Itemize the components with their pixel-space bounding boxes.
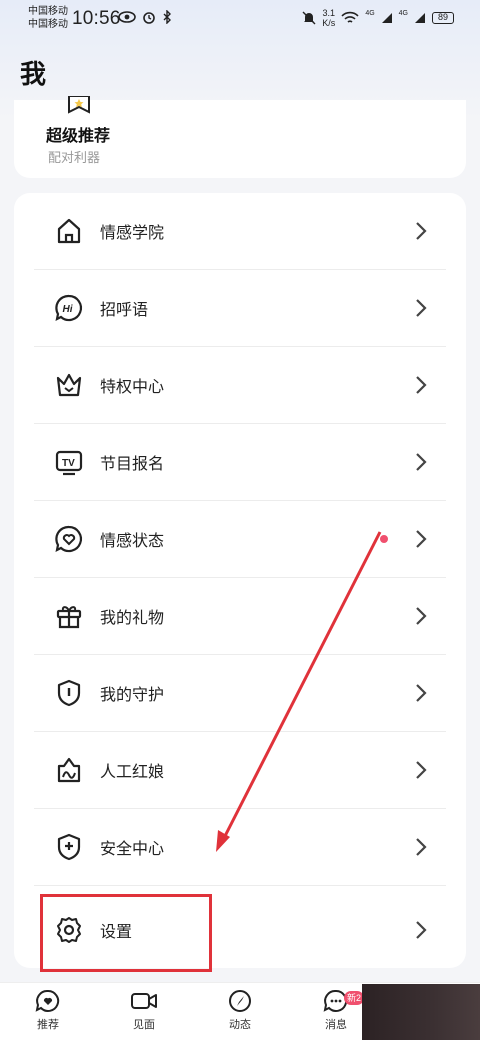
svg-text:Hi: Hi [63,304,73,315]
menu-label: 人工红娘 [100,764,165,781]
mute-bell-icon [302,11,316,25]
message-badge: 新2 [344,991,365,1005]
gear-icon [57,916,81,943]
carrier-2: 中国移动 [28,19,68,30]
menu-label: 我的礼物 [100,610,165,627]
tab-label: 见面 [133,1019,155,1031]
chevron-right-icon [416,920,427,939]
menu-item-security-center[interactable]: 安全中心 [34,809,446,886]
menu-item-show-signup[interactable]: TV 节目报名 [34,424,446,501]
status-time: 10:56 [72,8,121,29]
carrier-1: 中国移动 [28,6,68,17]
chevron-right-icon [416,607,427,625]
status-bar: 中国移动 中国移动 10:56 3.1 K/s 4G 4G 89 [0,0,480,40]
battery-indicator: 89 [432,12,454,24]
star-bookmark-icon [68,96,90,114]
menu-label: 安全中心 [100,841,165,858]
status-icons-left [118,10,172,24]
chevron-right-icon [416,530,427,548]
tab-moments[interactable]: 动态 [192,989,288,1032]
signal-type-2: 4G [398,9,408,17]
menu-item-privilege-center[interactable]: 特权中心 [34,347,446,424]
super-recommend-title: 超级推荐 [46,128,111,145]
tab-recommend[interactable]: 推荐 [0,989,96,1032]
menu-item-greetings[interactable]: Hi 招呼语 [34,270,446,347]
tv-icon: TV [55,450,83,476]
menu-item-my-guard[interactable]: 我的守护 [34,655,446,732]
matchmaker-icon [57,757,81,783]
menu-label: 招呼语 [100,302,149,319]
menu-label: 特权中心 [100,379,165,396]
menu-list: 情感学院 Hi 招呼语 特权中心 TV 节目报名 情感状态 我的礼物 我的守护 … [14,193,466,968]
net-speed-value: 3.1 [322,8,336,18]
chevron-right-icon [416,761,427,779]
tab-label: 推荐 [37,1019,59,1031]
eye-icon [118,11,136,23]
hi-bubble-icon: Hi [55,294,83,322]
notification-dot [380,535,388,543]
chevron-right-icon [416,453,427,471]
guard-shield-icon [57,679,81,707]
menu-label: 情感学院 [100,225,165,242]
super-recommend-subtitle: 配对利器 [48,150,101,165]
page-title: 我 [20,59,47,89]
bluetooth-icon [163,10,171,24]
menu-item-emotion-status[interactable]: 情感状态 [34,501,446,578]
chevron-right-icon [416,376,427,394]
super-recommend-card[interactable]: 超级推荐 配对利器 [14,96,466,178]
status-icons-right: 3.1 K/s 4G 4G 89 [302,8,454,28]
menu-label: 节目报名 [100,456,165,473]
chevron-right-icon [416,299,427,317]
heart-bubble-icon [55,525,83,553]
signal-icon-1 [381,13,392,23]
signal-icon-2 [415,13,425,23]
chevron-right-icon [416,838,427,856]
menu-item-my-gifts[interactable]: 我的礼物 [34,578,446,655]
signal-type-1: 4G [365,9,375,17]
alarm-icon [143,12,155,24]
video-camera-icon [131,993,157,1009]
net-speed-unit: K/s [322,18,336,28]
menu-item-matchmaker[interactable]: 人工红娘 [34,732,446,809]
crown-icon [56,373,82,397]
wifi-icon [341,11,359,23]
menu-item-settings[interactable]: 设置 [34,891,446,968]
chevron-right-icon [416,684,427,702]
net-speed: 3.1 K/s [322,8,335,28]
compass-icon [229,990,251,1012]
tab-meet[interactable]: 见面 [96,989,192,1032]
menu-item-emotion-academy[interactable]: 情感学院 [34,193,446,270]
floating-video-thumbnail[interactable] [362,984,480,1040]
menu-label: 我的守护 [100,687,165,704]
menu-label: 设置 [100,923,133,941]
gift-icon [56,606,82,629]
recommend-heart-icon [35,989,60,1012]
tab-label: 动态 [229,1019,251,1031]
house-icon [57,218,81,244]
chevron-right-icon [416,222,427,240]
svg-text:TV: TV [62,458,75,469]
carrier-info: 中国移动 中国移动 [28,5,68,31]
shield-plus-icon [57,833,81,861]
menu-label: 情感状态 [100,533,165,550]
